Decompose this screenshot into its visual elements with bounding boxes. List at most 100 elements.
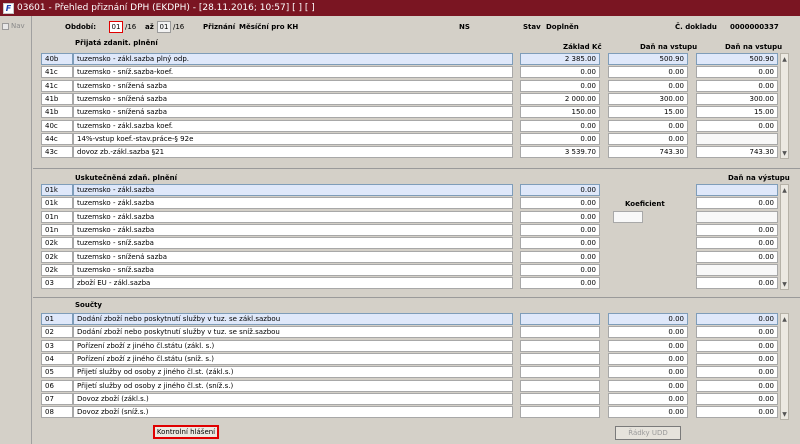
scroll-up-icon[interactable]: ▲ (781, 186, 788, 194)
scroll-down-icon[interactable]: ▼ (781, 280, 788, 288)
row-dan-2[interactable]: 0.00 (696, 340, 778, 352)
row-dan-vystup[interactable]: 0.00 (696, 224, 778, 236)
row-zaklad[interactable]: 0.00 (520, 211, 600, 223)
row-description[interactable]: Dovoz zboží (zákl.s.) (73, 393, 513, 405)
row-dan-vystup[interactable] (696, 211, 778, 223)
section3-scrollbar[interactable]: ▲ ▼ (780, 313, 789, 420)
row-dan-vystup[interactable]: 0.00 (696, 251, 778, 263)
row-code[interactable]: 03 (41, 277, 73, 289)
row-dan-vstup[interactable]: 300.00 (608, 93, 688, 105)
row-description[interactable]: tuzemsko - snížená sazba (73, 106, 513, 118)
row-description[interactable]: tuzemsko - zákl.sazba koef. (73, 120, 513, 132)
row-description[interactable]: Přijetí služby od osoby z jiného čl.st. … (73, 380, 513, 392)
row-description[interactable]: 14%-vstup koef.-stav.práce-§ 92e (73, 133, 513, 145)
row-code[interactable]: 04 (41, 353, 73, 365)
row-dan-vstup-2[interactable]: 0.00 (696, 120, 778, 132)
row-dan-vstup-2[interactable]: 743.30 (696, 146, 778, 158)
row-description[interactable]: Pořízení zboží z jiného čl.státu (sníž. … (73, 353, 513, 365)
row-code[interactable]: 03 (41, 340, 73, 352)
row-code[interactable]: 41b (41, 106, 73, 118)
scroll-down-icon[interactable]: ▼ (781, 410, 788, 418)
row-dan-vstup-2[interactable] (696, 133, 778, 145)
row-dan-2[interactable]: 0.00 (696, 353, 778, 365)
row-description[interactable]: tuzemsko - zákl.sazba (73, 211, 513, 223)
row-code[interactable]: 05 (41, 366, 73, 378)
row-code[interactable]: 01k (41, 184, 73, 196)
row-code[interactable]: 43c (41, 146, 73, 158)
row-zaklad[interactable]: 0.00 (520, 80, 600, 92)
row-zaklad[interactable]: 0.00 (520, 251, 600, 263)
row-zaklad[interactable]: 3 539.70 (520, 146, 600, 158)
row-dan-vstup-2[interactable]: 300.00 (696, 93, 778, 105)
row-zaklad[interactable] (520, 380, 600, 392)
row-description[interactable]: tuzemsko - snížená sazba (73, 251, 513, 263)
row-description[interactable]: Dodání zboží nebo poskytnutí služby v tu… (73, 326, 513, 338)
row-description[interactable]: tuzemsko - sníž.sazba (73, 237, 513, 249)
row-zaklad[interactable]: 0.00 (520, 264, 600, 276)
row-description[interactable]: tuzemsko - zákl.sazba (73, 184, 513, 196)
row-code[interactable]: 06 (41, 380, 73, 392)
nav-button[interactable]: Nav (2, 22, 25, 30)
row-code[interactable]: 41b (41, 93, 73, 105)
row-dan-1[interactable]: 0.00 (608, 353, 688, 365)
scroll-up-icon[interactable]: ▲ (781, 55, 788, 63)
row-dan-2[interactable]: 0.00 (696, 406, 778, 418)
row-dan-1[interactable]: 0.00 (608, 406, 688, 418)
row-description[interactable]: tuzemsko - zákl.sazba (73, 197, 513, 209)
row-dan-2[interactable]: 0.00 (696, 366, 778, 378)
row-dan-vstup-2[interactable]: 0.00 (696, 80, 778, 92)
row-description[interactable]: tuzemsko - sníž.sazba (73, 264, 513, 276)
row-code[interactable]: 08 (41, 406, 73, 418)
row-zaklad[interactable] (520, 326, 600, 338)
row-dan-vstup-2[interactable]: 0.00 (696, 66, 778, 78)
row-code[interactable]: 01 (41, 313, 73, 325)
scroll-up-icon[interactable]: ▲ (781, 315, 788, 323)
row-zaklad[interactable]: 0.00 (520, 66, 600, 78)
row-dan-vstup[interactable]: 500.90 (608, 53, 688, 65)
row-dan-vstup[interactable]: 15.00 (608, 106, 688, 118)
row-code[interactable]: 01n (41, 224, 73, 236)
row-dan-1[interactable]: 0.00 (608, 380, 688, 392)
row-description[interactable]: Přijetí služby od osoby z jiného čl.st. … (73, 366, 513, 378)
row-zaklad[interactable]: 0.00 (520, 184, 600, 196)
row-zaklad[interactable] (520, 406, 600, 418)
row-code[interactable]: 40c (41, 120, 73, 132)
row-dan-1[interactable]: 0.00 (608, 366, 688, 378)
row-dan-vstup[interactable]: 0.00 (608, 66, 688, 78)
row-code[interactable]: 01k (41, 197, 73, 209)
row-dan-vstup[interactable]: 0.00 (608, 80, 688, 92)
row-dan-1[interactable]: 0.00 (608, 393, 688, 405)
obdobi-to-month-field[interactable]: 01 (157, 21, 171, 33)
row-zaklad[interactable] (520, 393, 600, 405)
row-code[interactable]: 02k (41, 264, 73, 276)
row-code[interactable]: 41c (41, 66, 73, 78)
row-description[interactable]: tuzemsko - zákl.sazba (73, 224, 513, 236)
row-zaklad[interactable]: 150.00 (520, 106, 600, 118)
row-dan-vystup[interactable]: 0.00 (696, 237, 778, 249)
row-code[interactable]: 02k (41, 251, 73, 263)
row-description[interactable]: tuzemsko - snížená sazba (73, 93, 513, 105)
row-zaklad[interactable]: 0.00 (520, 237, 600, 249)
row-dan-1[interactable]: 0.00 (608, 340, 688, 352)
row-dan-vystup[interactable]: 0.00 (696, 197, 778, 209)
row-zaklad[interactable]: 0.00 (520, 197, 600, 209)
section1-scrollbar[interactable]: ▲ ▼ (780, 53, 789, 159)
row-description[interactable]: dovoz zb.-zákl.sazba §21 (73, 146, 513, 158)
scroll-down-icon[interactable]: ▼ (781, 149, 788, 157)
row-dan-vstup[interactable]: 0.00 (608, 120, 688, 132)
row-code[interactable]: 01n (41, 211, 73, 223)
row-zaklad[interactable]: 2 385.00 (520, 53, 600, 65)
row-dan-vystup[interactable] (696, 184, 778, 196)
row-dan-vstup-2[interactable]: 500.90 (696, 53, 778, 65)
row-code[interactable]: 40b (41, 53, 73, 65)
obdobi-from-month-field[interactable]: 01 (109, 21, 123, 33)
row-code[interactable]: 44c (41, 133, 73, 145)
row-code[interactable]: 07 (41, 393, 73, 405)
row-dan-2[interactable]: 0.00 (696, 326, 778, 338)
row-zaklad[interactable]: 0.00 (520, 224, 600, 236)
row-description[interactable]: tuzemsko - zákl.sazba plný odp. (73, 53, 513, 65)
row-dan-vystup[interactable] (696, 264, 778, 276)
row-zaklad[interactable]: 0.00 (520, 277, 600, 289)
row-code[interactable]: 02 (41, 326, 73, 338)
radky-udd-button[interactable]: Řádky UDD (615, 426, 681, 440)
